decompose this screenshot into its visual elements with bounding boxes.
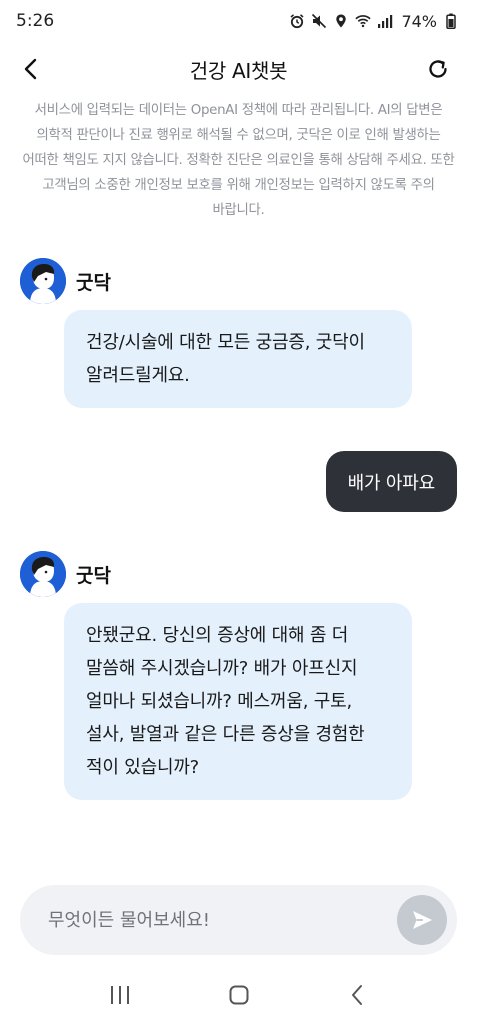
battery-percent: 74% — [401, 11, 437, 31]
bot-name: 굿닥 — [76, 564, 111, 587]
chat-screen: 5:26 74% 건강 AI챗봇 서비스에 입력되는 데이터는 OpenAI 정… — [0, 0, 477, 1024]
bot-message-bubble: 안됐군요. 당신의 증상에 대해 좀 더 말씀해 주시겠습니까? 배가 아프신지… — [64, 603, 412, 800]
chat-input-bar — [20, 885, 457, 955]
back-icon[interactable] — [338, 975, 378, 1015]
user-message-bubble: 배가 아파요 — [325, 451, 457, 512]
signal-icon — [377, 13, 393, 29]
bot-header: 굿닥 — [20, 258, 111, 304]
system-nav-bar — [0, 966, 477, 1024]
refresh-icon[interactable] — [425, 56, 451, 82]
send-button[interactable] — [397, 895, 447, 945]
battery-icon — [443, 13, 459, 29]
app-header: 건강 AI챗봇 — [0, 42, 477, 96]
status-time: 5:26 — [16, 11, 55, 31]
bot-message-bubble: 건강/시술에 대한 모든 궁금증, 굿닥이 알려드릴게요. — [64, 310, 412, 408]
avatar — [20, 258, 66, 304]
status-icons: 74% — [289, 12, 459, 31]
avatar — [20, 551, 66, 597]
bot-name: 굿닥 — [76, 271, 111, 294]
bot-header: 굿닥 — [20, 551, 111, 597]
home-icon[interactable] — [219, 975, 259, 1015]
mute-icon — [311, 13, 327, 29]
status-bar: 5:26 74% — [0, 0, 477, 42]
recent-apps-icon[interactable] — [100, 975, 140, 1015]
alarm-icon — [289, 13, 305, 29]
disclaimer-text: 서비스에 입력되는 데이터는 OpenAI 정책에 따라 관리됩니다. AI의 … — [22, 103, 455, 218]
wifi-icon — [355, 13, 372, 29]
send-icon — [413, 911, 432, 929]
location-icon — [333, 13, 349, 29]
page-title: 건강 AI챗봇 — [189, 58, 288, 83]
message-input[interactable] — [48, 909, 397, 931]
back-arrow-icon[interactable] — [18, 56, 44, 82]
